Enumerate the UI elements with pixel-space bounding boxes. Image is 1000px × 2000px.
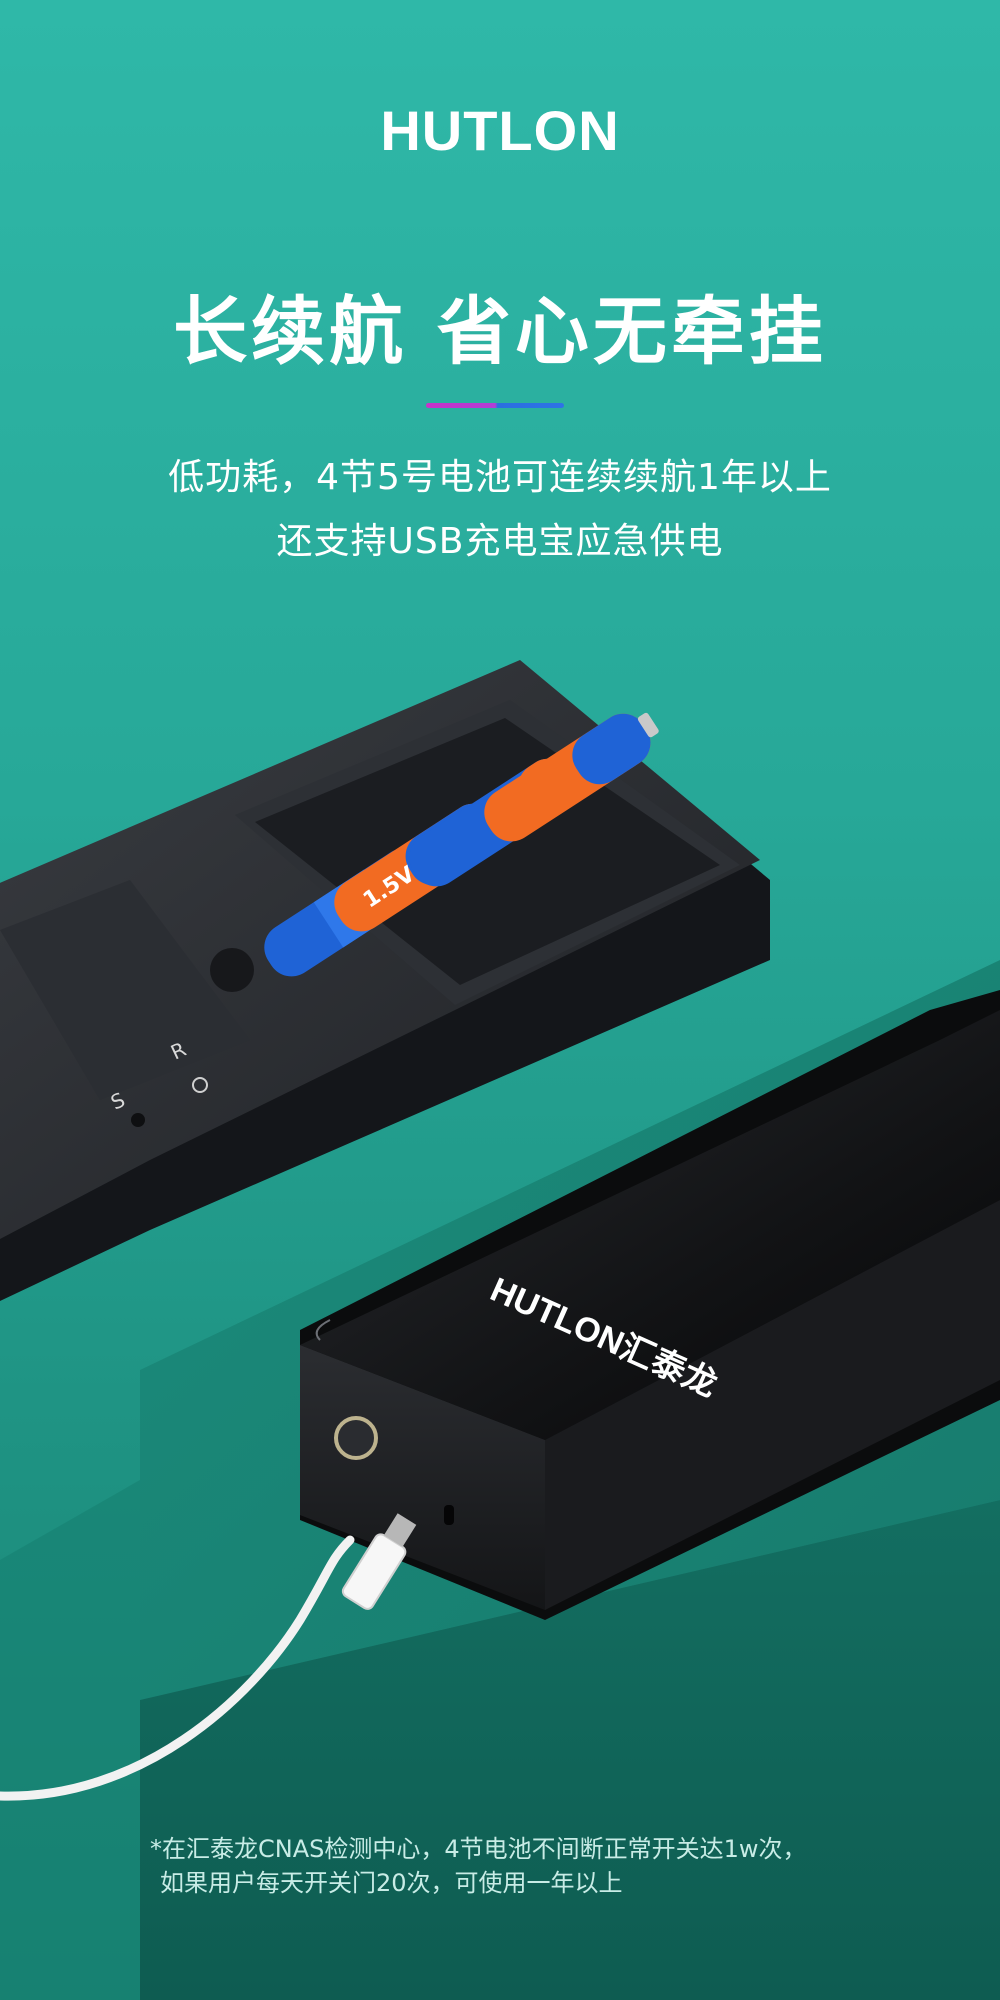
subtitle-line-2: 还支持USB充电宝应急供电 [276, 521, 724, 562]
hole-icon [210, 948, 254, 992]
footnote-line-2: 如果用户每天开关门20次，可使用一年以上 [160, 1869, 623, 1897]
s-button-icon [131, 1113, 145, 1127]
accent-divider [426, 403, 564, 408]
page-title: 长续航 省心无牵挂 [173, 289, 827, 375]
subtitle-line-1: 低功耗，4节5号电池可连续续航1年以上 [168, 457, 832, 498]
brand-logo: HUTLON [380, 99, 620, 162]
usb-port-icon [444, 1505, 454, 1525]
power-port-icon [334, 1416, 378, 1460]
footnote-line-1: *在汇泰龙CNAS检测中心，4节电池不间断正常开关达1w次， [150, 1835, 807, 1863]
